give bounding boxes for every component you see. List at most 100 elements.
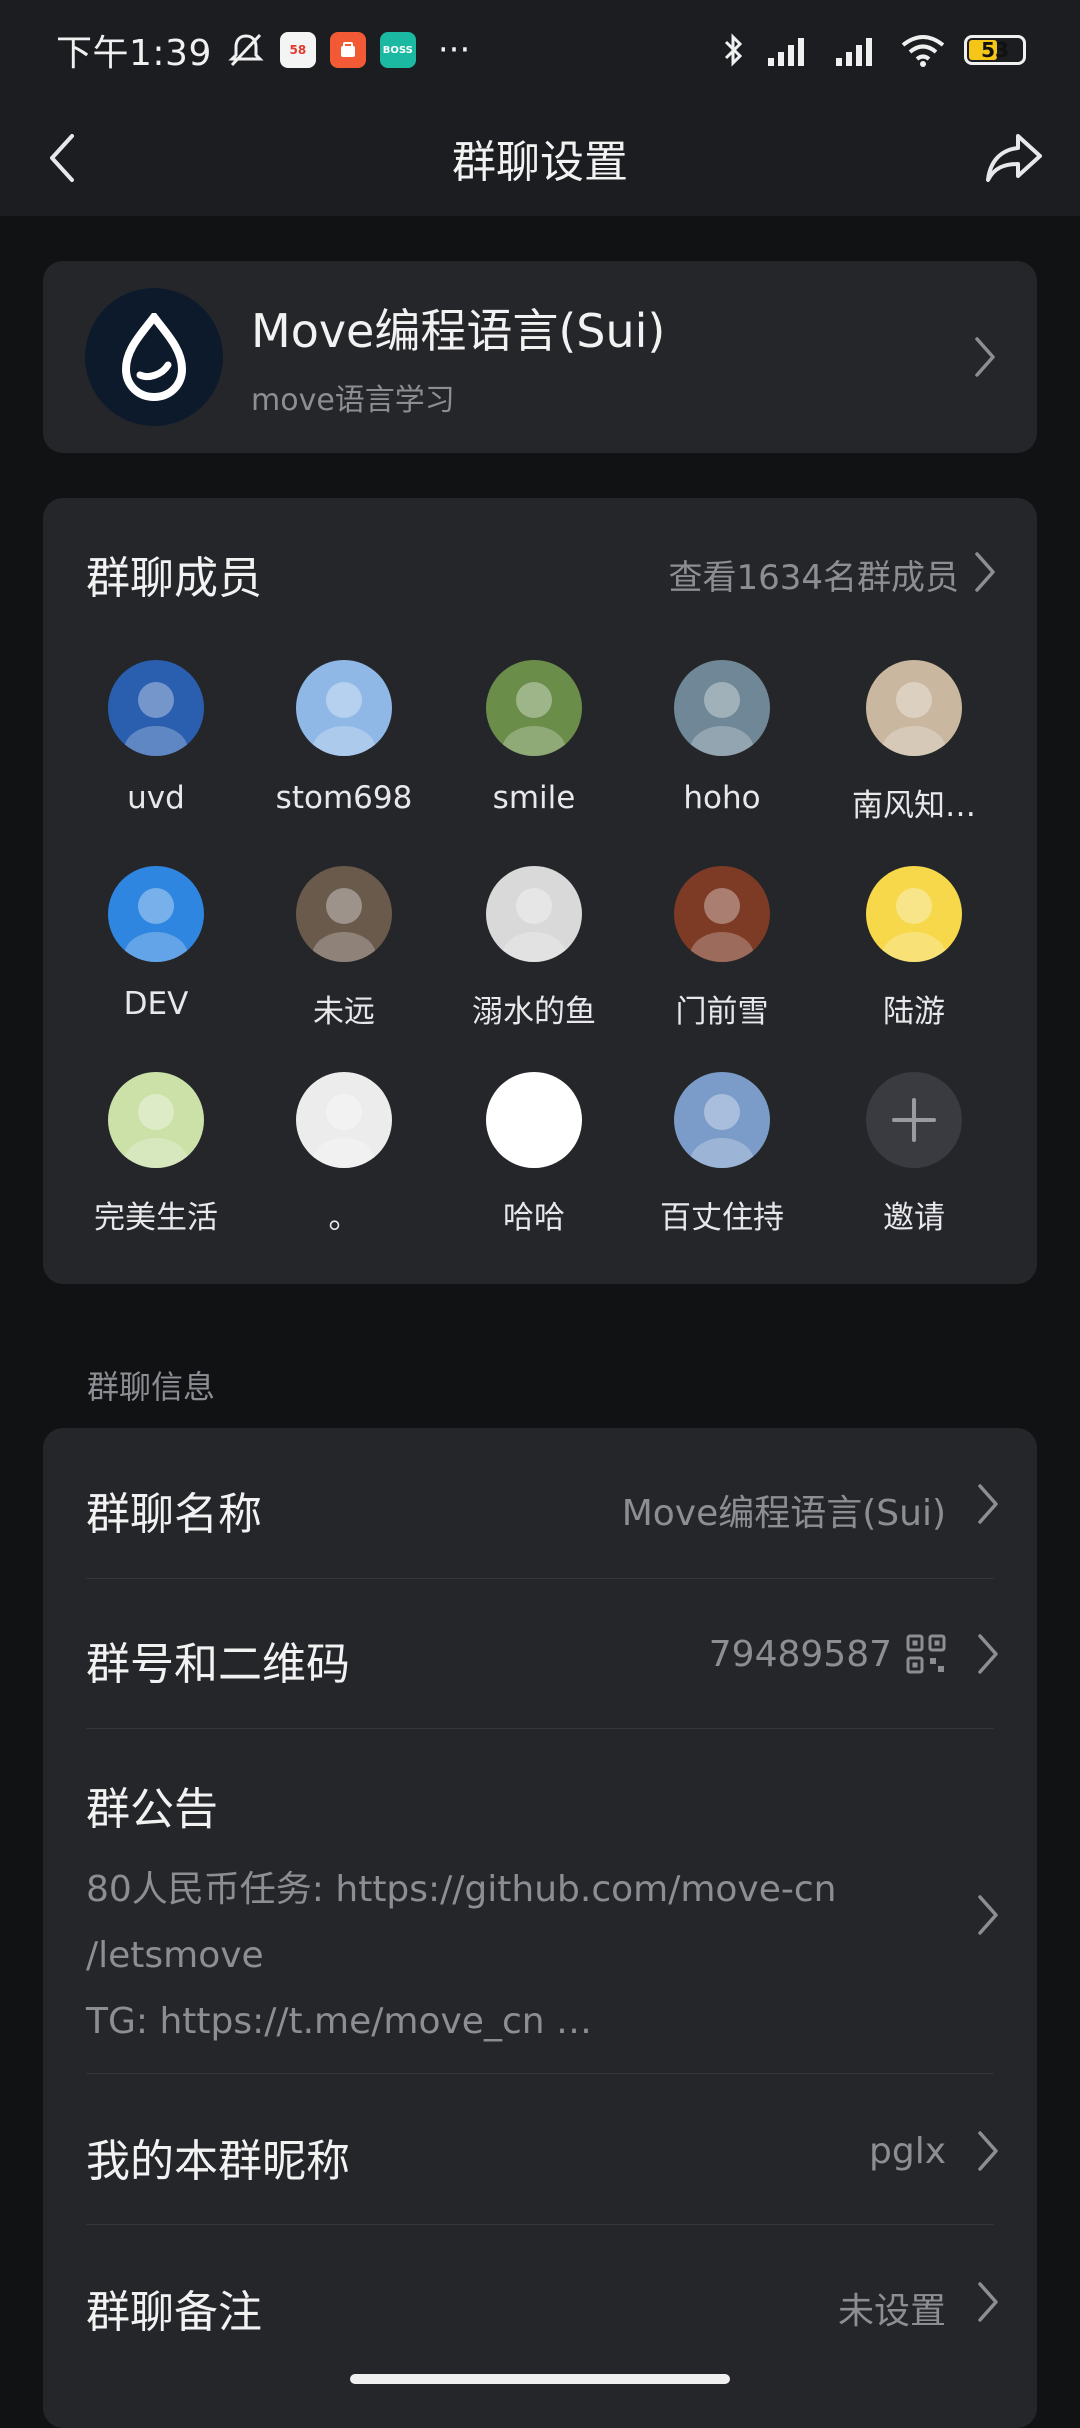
member-avatar [674, 660, 770, 756]
member-avatar [296, 660, 392, 756]
sui-logo-icon [121, 313, 187, 401]
member-item[interactable]: 百丈住持 [627, 1072, 817, 1237]
app-boss-icon: BOSS [379, 32, 416, 68]
invite-member-button[interactable]: 邀请 [819, 1072, 1009, 1237]
member-avatar [296, 866, 392, 962]
member-name: 完美生活 [94, 1200, 218, 1236]
member-item[interactable]: 。 [249, 1072, 439, 1237]
group-profile-card[interactable]: Move编程语言(Sui) move语言学习 [43, 261, 1037, 453]
status-time: 下午1:39 [56, 33, 212, 74]
nav-bar: 群聊设置 [0, 100, 1080, 216]
member-avatar [486, 660, 582, 756]
my-nickname-row[interactable]: 我的本群昵称 pglx [86, 2125, 998, 2187]
member-avatar [486, 866, 582, 962]
app-58-icon: 58 [279, 32, 316, 68]
more-dots-icon: ··· [437, 30, 471, 70]
member-avatar [866, 866, 962, 962]
group-subtitle: move语言学习 [251, 383, 455, 418]
mute-icon [228, 33, 264, 67]
member-avatar [108, 660, 204, 756]
notice-line: /letsmove [86, 1935, 264, 1976]
member-item[interactable]: 南风知… [819, 660, 1009, 825]
members-title: 群聊成员 [86, 553, 262, 604]
battery-icon: 53 [964, 35, 1026, 65]
group-remark-value: 未设置 [837, 2291, 946, 2332]
chevron-right-icon [978, 2282, 998, 2322]
chevron-right-icon [975, 552, 995, 592]
member-name: 陆游 [883, 994, 945, 1030]
wifi-icon [901, 35, 945, 67]
group-id-value: 79489587 [708, 1634, 892, 1675]
member-item[interactable]: 溺水的鱼 [439, 866, 629, 1031]
group-avatar [85, 288, 223, 426]
member-item[interactable]: smile [439, 660, 629, 816]
chevron-right-icon [978, 2131, 998, 2171]
group-notice-text: 80人民币任务: https://github.com/move-cn /let… [86, 1857, 994, 2055]
chevron-right-icon [978, 1895, 998, 1935]
member-avatar [674, 1072, 770, 1168]
member-avatar [486, 1072, 582, 1168]
member-avatar [108, 866, 204, 962]
member-avatar [674, 866, 770, 962]
member-name: 门前雪 [675, 994, 769, 1030]
group-remark-row[interactable]: 群聊备注 未设置 [86, 2276, 998, 2338]
notice-line: 80人民币任务: https://github.com/move-cn [86, 1869, 837, 1910]
group-id-qr-row[interactable]: 群号和二维码 79489587 [86, 1628, 998, 1690]
member-item[interactable]: 未远 [249, 866, 439, 1031]
member-item[interactable]: DEV [61, 866, 251, 1022]
member-name: uvd [127, 780, 185, 816]
divider [86, 1578, 994, 1579]
member-name: 哈哈 [503, 1200, 565, 1236]
page-title: 群聊设置 [452, 137, 628, 188]
divider [86, 1728, 994, 1729]
member-name: DEV [123, 986, 189, 1022]
member-name: 。 [328, 1200, 360, 1236]
chevron-right-icon [975, 337, 995, 377]
member-name: 未远 [313, 994, 375, 1030]
bluetooth-icon [724, 33, 743, 67]
member-item[interactable]: 陆游 [819, 866, 1009, 1031]
member-name: hoho [683, 780, 761, 816]
group-name-label: 群聊名称 [86, 1489, 262, 1540]
app-orange-icon [329, 32, 366, 68]
signal-hd-icon [768, 38, 804, 66]
member-item[interactable]: 哈哈 [439, 1072, 629, 1237]
chevron-right-icon [978, 1484, 998, 1524]
view-all-members-link[interactable]: 查看1634名群成员 [668, 550, 959, 599]
group-notice-row[interactable]: 群公告 80人民币任务: https://github.com/move-cn … [86, 1773, 998, 2055]
members-card: 群聊成员 查看1634名群成员 uvd stom698 smile hoho 南风知… D… [43, 498, 1037, 1284]
plus-icon [866, 1072, 962, 1168]
divider [86, 2073, 994, 2074]
member-name: stom698 [275, 780, 413, 816]
member-name: 百丈住持 [660, 1200, 784, 1236]
chevron-right-icon [978, 1634, 998, 1674]
member-name: smile [492, 780, 576, 816]
member-avatar [296, 1072, 392, 1168]
group-name-value: Move编程语言(Sui) [621, 1493, 946, 1534]
my-nickname-value: pglx [868, 2131, 946, 2172]
back-icon[interactable] [36, 128, 96, 188]
member-item[interactable]: 完美生活 [61, 1072, 251, 1237]
qr-code-icon [906, 1634, 946, 1674]
member-item[interactable]: 门前雪 [627, 866, 817, 1031]
group-info-card: 群聊名称 Move编程语言(Sui) 群号和二维码 79489587 群公告 8… [43, 1428, 1037, 2428]
group-id-label: 群号和二维码 [86, 1639, 350, 1690]
member-name: 南风知… [852, 788, 976, 824]
group-notice-label: 群公告 [86, 1784, 218, 1835]
home-indicator[interactable] [350, 2374, 730, 2384]
member-item[interactable]: uvd [61, 660, 251, 816]
member-item[interactable]: stom698 [249, 660, 439, 816]
signal-hd-2-icon [836, 38, 872, 66]
group-name-row[interactable]: 群聊名称 Move编程语言(Sui) [86, 1478, 998, 1540]
divider [86, 2224, 994, 2225]
member-name: 溺水的鱼 [472, 994, 596, 1030]
group-name: Move编程语言(Sui) [251, 304, 666, 358]
member-avatar [108, 1072, 204, 1168]
member-item[interactable]: hoho [627, 660, 817, 816]
section-label-info: 群聊信息 [87, 1368, 216, 1406]
share-icon[interactable] [982, 126, 1046, 190]
status-bar: 下午1:39 58 BOSS ··· 53 [0, 0, 1080, 100]
group-remark-label: 群聊备注 [86, 2287, 262, 2338]
member-avatar [866, 660, 962, 756]
notice-line: TG: https://t.me/move_cn … [86, 2001, 593, 2042]
